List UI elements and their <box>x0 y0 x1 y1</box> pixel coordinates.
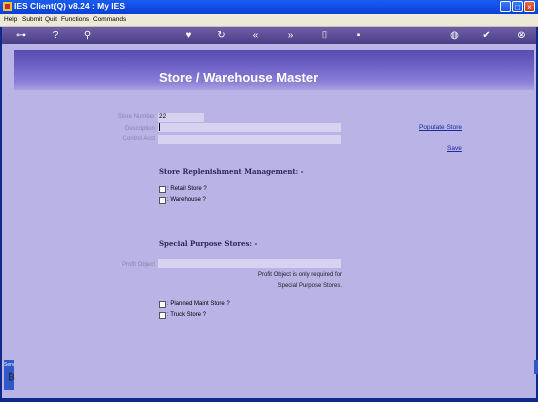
retail-store-label: : Retail Store ? <box>167 186 207 192</box>
populate-store-link[interactable]: Populate Store <box>419 124 462 131</box>
control-acct-label: Control Acct <box>122 136 155 142</box>
store-number-value: 22 <box>159 113 167 120</box>
menu-commands[interactable]: Commands <box>93 16 126 23</box>
menu-help[interactable]: Help <box>4 16 17 23</box>
planned-maint-label: : Planned Maint Store ? <box>167 301 230 307</box>
maximize-button[interactable]: □ <box>512 1 523 12</box>
planned-maint-checkbox[interactable] <box>159 301 166 308</box>
window-title: IES Client(Q) v8.24 : My IES <box>14 1 126 11</box>
warehouse-checkbox[interactable] <box>159 197 166 204</box>
close-icon[interactable]: ⊗ <box>515 29 528 42</box>
globe-icon[interactable]: ◍ <box>448 29 461 42</box>
profit-object-note-line1: Profit Object is only required for <box>257 272 342 278</box>
save-link[interactable]: Save <box>447 145 462 152</box>
truck-store-label: : Truck Store ? <box>167 312 207 318</box>
description-label: Description <box>124 126 155 132</box>
side-panel-icon[interactable]: ₿ <box>8 372 15 382</box>
truck-store-checkbox[interactable] <box>159 312 166 319</box>
profit-object-note-line2: Special Purpose Stores. <box>277 283 342 289</box>
window-close-button[interactable]: × <box>524 1 535 12</box>
doc-icon[interactable]: ⌷ <box>318 29 331 42</box>
app-icon <box>3 2 12 11</box>
side-panel-handle-label: Serv <box>4 362 15 368</box>
minimize-button[interactable]: _ <box>500 1 511 12</box>
profit-object-field[interactable] <box>158 259 341 268</box>
warehouse-label: : Warehouse ? <box>167 197 206 203</box>
rewind-icon[interactable]: « <box>249 29 262 42</box>
description-field[interactable] <box>158 123 341 132</box>
special-purpose-heading: Special Purpose Stores: - <box>159 239 258 248</box>
side-panel <box>2 44 14 398</box>
refresh-icon[interactable]: ↻ <box>215 29 228 42</box>
page-title: Store / Warehouse Master <box>159 70 319 85</box>
menu-quit[interactable]: Quit <box>45 16 57 23</box>
replenishment-heading: Store Replenishment Management: - <box>159 167 304 176</box>
control-acct-field[interactable] <box>158 135 341 144</box>
key-icon[interactable]: ⊶ <box>10 29 32 42</box>
menu-bar: Help Submit Quit Functions Commands <box>0 14 538 27</box>
check-icon[interactable]: ✔ <box>480 29 493 42</box>
heart-icon[interactable]: ♥ <box>182 29 195 42</box>
help-icon[interactable]: ? <box>49 29 62 42</box>
search-icon[interactable]: ⚲ <box>81 29 94 42</box>
forward-icon[interactable]: » <box>284 29 297 42</box>
text-cursor <box>159 123 160 131</box>
window-title-bar: IES Client(Q) v8.24 : My IES _ □ × <box>0 0 538 14</box>
page-icon[interactable]: ▪ <box>352 29 365 42</box>
right-scroll-marker[interactable] <box>534 360 538 374</box>
store-number-label: Store Number <box>117 114 155 120</box>
toolbar: ⊶ ? ⚲ ♥ ↻ « » ⌷ ▪ ◍ ✔ ⊗ <box>2 27 536 44</box>
profit-object-label: Profit Object <box>121 262 155 268</box>
main-content: Serv ₿ <box>2 44 538 398</box>
retail-store-checkbox[interactable] <box>159 186 166 193</box>
menu-functions[interactable]: Functions <box>61 16 89 23</box>
menu-submit[interactable]: Submit <box>22 16 42 23</box>
